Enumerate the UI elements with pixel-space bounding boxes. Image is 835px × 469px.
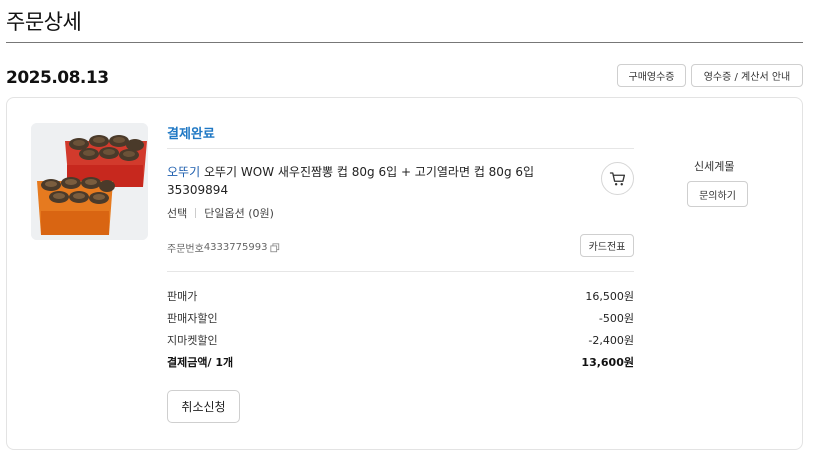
product-option: 선택 단일옵션 (0원)	[167, 205, 274, 221]
price-row: 판매가 16,500원	[167, 288, 634, 304]
option-value: 단일옵션 (0원)	[204, 207, 274, 220]
option-separator	[195, 208, 197, 218]
order-date: 2025.08.13	[6, 68, 109, 88]
price-value: -500원	[598, 312, 634, 325]
divider	[167, 271, 634, 272]
cancel-request-button[interactable]: 취소신청	[167, 390, 240, 423]
page-title: 주문상세	[6, 10, 82, 34]
purchase-receipt-button[interactable]: 구매영수증	[617, 64, 686, 87]
seller-name: 신세계몰	[694, 160, 735, 173]
price-label: 지마켓할인	[167, 334, 218, 347]
price-row: 판매자할인 -500원	[167, 310, 634, 326]
product-name[interactable]: 오뚜기 WOW 새우진짬뽕 컵 80g 6입 + 고기열라면 컵 80g 6입	[204, 165, 534, 179]
price-value: -2,400원	[588, 334, 634, 347]
card-slip-button[interactable]: 카드전표	[580, 234, 634, 257]
order-number-label: 주문번호	[167, 244, 204, 255]
copy-icon[interactable]	[270, 242, 280, 253]
product-code: 35309894	[167, 183, 229, 197]
product-title[interactable]: 오뚜기 오뚜기 WOW 새우진짬뽕 컵 80g 6입 + 고기열라면 컵 80g…	[167, 163, 587, 199]
total-label: 결제금액/ 1개	[167, 356, 234, 369]
order-number-value: 4333775993	[203, 242, 268, 253]
add-to-cart-button[interactable]	[601, 162, 634, 195]
total-value: 13,600원	[581, 356, 634, 369]
product-image[interactable]	[31, 123, 148, 240]
cart-icon	[609, 171, 625, 185]
ramen-cups-image	[31, 123, 148, 240]
receipt-invoice-guide-button[interactable]: 영수증 / 계산서 안내	[691, 64, 803, 87]
divider	[167, 148, 634, 149]
price-row: 지마켓할인 -2,400원	[167, 332, 634, 348]
price-label: 판매가	[167, 290, 198, 303]
total-payment-row: 결제금액/ 1개 13,600원	[167, 354, 634, 370]
option-label: 선택	[167, 207, 188, 220]
price-value: 16,500원	[585, 290, 634, 303]
seller-inquiry-button[interactable]: 문의하기	[687, 181, 748, 207]
title-divider	[6, 42, 803, 43]
price-label: 판매자할인	[167, 312, 218, 325]
order-number: 주문번호 4333775993	[167, 240, 280, 255]
payment-status: 결제완료	[167, 127, 215, 142]
product-brand[interactable]: 오뚜기	[167, 165, 200, 179]
